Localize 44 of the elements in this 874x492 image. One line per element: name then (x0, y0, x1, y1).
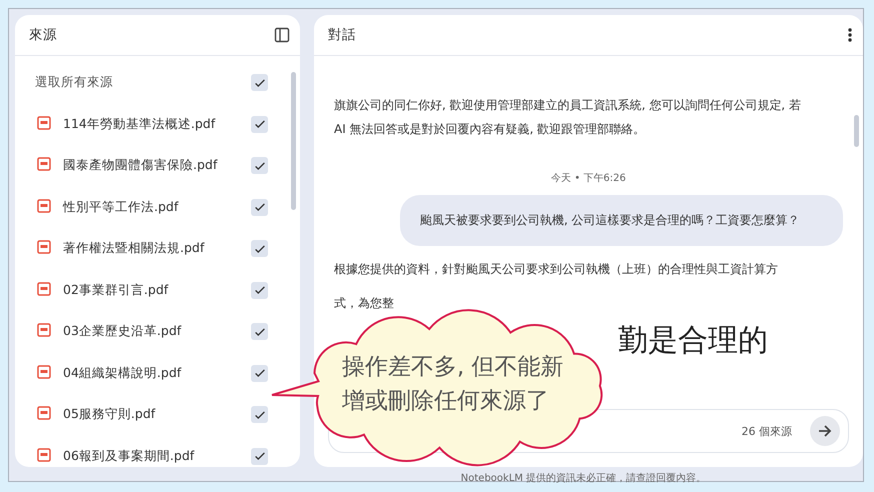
checkbox[interactable] (251, 116, 268, 132)
source-item[interactable]: 114年勞動基準法概述.pdf (63, 116, 251, 132)
scrollbar[interactable] (291, 72, 296, 210)
source-item[interactable]: 性別平等工作法.pdf (63, 198, 251, 216)
sidebar-toggle-icon[interactable] (274, 27, 290, 43)
response-text: 根據您提供的資料，針對颱風天公司要求到公司執機（上班）的合理性與工資計算方 (334, 261, 779, 278)
pdf-icon (37, 282, 51, 296)
checkbox[interactable] (251, 364, 268, 382)
source-item[interactable]: 著作權法暨相關法規.pdf (63, 240, 251, 257)
panel-title: 對話 (328, 26, 356, 44)
pdf-icon (37, 116, 51, 130)
source-item[interactable]: 06報到及事案期間.pdf (63, 448, 251, 464)
panel-title: 來源 (29, 26, 57, 44)
checkbox[interactable] (251, 448, 268, 464)
checkbox[interactable] (251, 198, 268, 216)
timestamp: 今天 • 下午6:26 (550, 172, 627, 185)
checkbox[interactable] (251, 406, 268, 423)
send-button[interactable] (810, 416, 840, 446)
scrollbar[interactable] (854, 115, 859, 147)
user-message: 颱風天被要求要到公司執機, 公司這樣要求是合理的嗎？工資要怎麼算？ (400, 195, 843, 246)
checkbox[interactable] (251, 240, 268, 257)
source-item[interactable]: 國泰產物團體傷害保險.pdf (63, 157, 251, 174)
welcome-message: 旗旗公司的同仁你好, 歡迎使用管理部建立的員工資訊系統, 您可以詢問任何公司規定, 若 AI 無法回答或是對於回覆內容有疑義, 歡迎跟管理部聯絡。 (334, 97, 802, 138)
response-heading: 勤是合理的 (618, 322, 769, 360)
checkbox[interactable] (251, 282, 268, 298)
source-item[interactable]: 03企業歷史沿革.pdf (63, 323, 251, 340)
checkbox[interactable] (251, 323, 268, 340)
pdf-icon (37, 157, 51, 171)
more-icon[interactable] (847, 27, 853, 43)
source-item[interactable]: 05服務守則.pdf (63, 406, 251, 423)
disclaimer: NotebookLM 提供的資訊未必正確，請查證回覆內容。 (460, 472, 708, 485)
pdf-icon (37, 240, 51, 254)
pdf-icon (37, 448, 51, 462)
checkbox[interactable] (251, 157, 268, 174)
source-item[interactable]: 04組織架構說明.pdf (63, 364, 251, 382)
source-item[interactable]: 02事業群引言.pdf (63, 282, 251, 298)
pdf-icon (37, 198, 51, 212)
pdf-icon (37, 323, 51, 337)
select-all-label: 選取所有來源 (35, 74, 114, 91)
response-text: 式，為您整 (334, 295, 395, 312)
pdf-icon (37, 364, 51, 378)
pdf-icon (37, 406, 51, 420)
source-count: 26 個來源 (742, 424, 792, 438)
checkbox[interactable] (251, 74, 268, 91)
